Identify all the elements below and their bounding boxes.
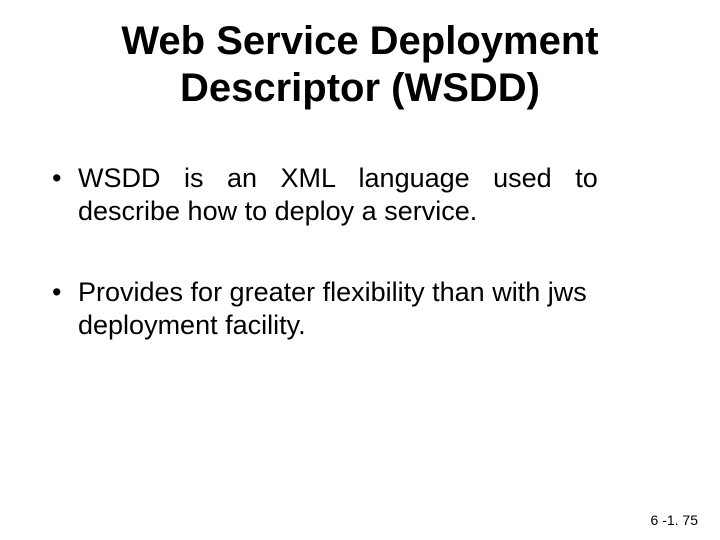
slide-title: Web Service Deployment Descriptor (WSDD) xyxy=(0,18,720,112)
bullet-list: WSDD is an XML language used to describe… xyxy=(52,162,668,342)
bullet-text-line: WSDD is an XML language used to xyxy=(78,162,668,195)
bullet-item: Provides for greater flexibility than wi… xyxy=(52,276,668,342)
bullet-text: Provides for greater flexibility than wi… xyxy=(78,277,587,340)
bullet-item: WSDD is an XML language used to describe… xyxy=(52,162,668,228)
slide: Web Service Deployment Descriptor (WSDD)… xyxy=(0,0,720,540)
slide-number: 6 -1. 75 xyxy=(651,512,698,528)
bullet-text-line: describe how to deploy a service. xyxy=(78,195,668,228)
slide-body: WSDD is an XML language used to describe… xyxy=(52,162,668,390)
